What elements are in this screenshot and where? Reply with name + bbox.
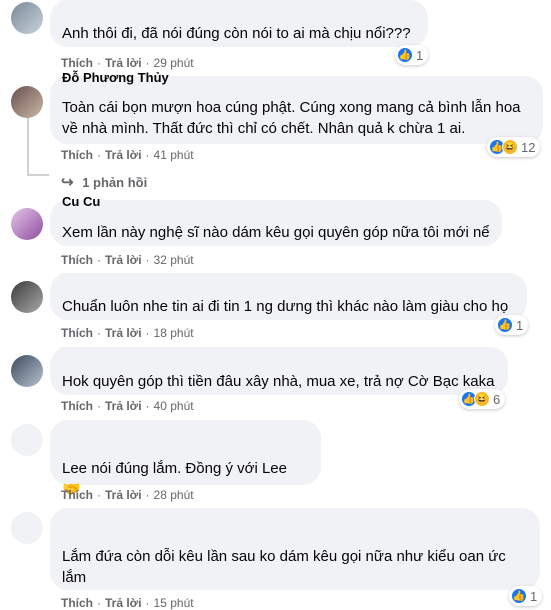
avatar[interactable] <box>11 208 43 240</box>
timestamp[interactable]: 29 phút <box>154 56 194 70</box>
like-button[interactable]: Thích <box>61 148 93 162</box>
timestamp[interactable]: 41 phút <box>154 148 194 162</box>
redacted-name <box>60 0 220 9</box>
comment-4: Chuẩn luôn nhe tin ai đi tin 1 ng dưng t… <box>0 273 551 345</box>
haha-icon: 😆 <box>474 391 490 407</box>
reaction-count: 1 <box>530 588 538 604</box>
timestamp[interactable]: 32 phút <box>154 253 194 267</box>
comment-bubble: Đỗ Phương Thủy Toàn cái bọn mượn hoa cún… <box>50 70 543 144</box>
view-replies-link[interactable]: ↪ 1 phản hồi <box>61 173 147 191</box>
reaction-count: 6 <box>493 391 501 407</box>
comment-text: Hok quyên góp thì tiền đâu xây nhà, mua … <box>62 373 495 390</box>
comment-meta: Thích · Trả lời · 32 phút <box>61 253 194 267</box>
comment-meta: Thích · Trả lời · 28 phút <box>61 488 194 502</box>
reaction-count: 1 <box>516 317 524 333</box>
comment-bubble: Lắm đứa còn dỗi kêu lần sau ko dám kêu g… <box>50 508 540 590</box>
reply-button[interactable]: Trả lời <box>105 488 142 502</box>
comment-7: Lắm đứa còn dỗi kêu lần sau ko dám kêu g… <box>0 508 551 610</box>
avatar[interactable] <box>11 355 43 387</box>
reaction-summary[interactable]: 👍 1 <box>395 45 429 65</box>
reply-button[interactable]: Trả lời <box>105 253 142 267</box>
like-icon: 👍 <box>397 47 413 63</box>
comment-meta: Thích · Trả lời · 41 phút <box>61 148 194 162</box>
reply-button[interactable]: Trả lời <box>105 56 142 70</box>
comment-meta: Thích · Trả lời · 40 phút <box>61 399 194 413</box>
comment-bubble: Cu Cu Xem lần này nghệ sĩ nào dám kêu gọ… <box>50 194 502 246</box>
comment-meta: Thích · Trả lời · 18 phút <box>61 326 194 340</box>
comment-bubble: Chuẩn luôn nhe tin ai đi tin 1 ng dưng t… <box>50 273 527 320</box>
comment-6: Lee nói đúng lắm. Đồng ý với Lee 🤝 Thích… <box>0 420 551 506</box>
comment-3: Cu Cu Xem lần này nghệ sĩ nào dám kêu gọ… <box>0 194 551 270</box>
redacted-name <box>60 430 140 442</box>
reaction-count: 12 <box>521 139 536 155</box>
comment-bubble: Anh thôi đi, đã nói đúng còn nói to ai m… <box>50 0 428 47</box>
avatar[interactable] <box>11 2 43 34</box>
redacted-name <box>60 273 200 283</box>
comment-text: Toàn cái bọn mượn hoa cúng phật. Cúng xo… <box>62 99 521 137</box>
comment-2: Đỗ Phương Thủy Toàn cái bọn mượn hoa cún… <box>0 70 551 194</box>
comment-meta: Thích · Trả lời · 29 phút <box>61 56 194 70</box>
reaction-summary[interactable]: 👍 😆 6 <box>459 389 506 409</box>
timestamp[interactable]: 40 phút <box>154 399 194 413</box>
timestamp[interactable]: 28 phút <box>154 488 194 502</box>
comment-text: Anh thôi đi, đã nói đúng còn nói to ai m… <box>62 25 411 42</box>
reaction-summary[interactable]: 👍 1 <box>495 315 529 335</box>
redacted-name <box>60 518 180 530</box>
author-name[interactable]: Đỗ Phương Thủy <box>62 70 169 85</box>
like-button[interactable]: Thích <box>61 56 93 70</box>
reply-button[interactable]: Trả lời <box>105 148 142 162</box>
like-button[interactable]: Thích <box>61 488 93 502</box>
haha-icon: 😆 <box>502 139 518 155</box>
avatar[interactable] <box>11 281 43 313</box>
reply-button[interactable]: Trả lời <box>105 399 142 413</box>
comment-text: Chuẩn luôn nhe tin ai đi tin 1 ng dưng t… <box>62 298 509 315</box>
avatar[interactable] <box>11 424 43 456</box>
comment-1: Anh thôi đi, đã nói đúng còn nói to ai m… <box>0 0 551 75</box>
comment-bubble: Hok quyên góp thì tiền đâu xây nhà, mua … <box>50 347 508 395</box>
like-button[interactable]: Thích <box>61 399 93 413</box>
like-button[interactable]: Thích <box>61 326 93 340</box>
redacted-name <box>60 347 200 357</box>
comment-bubble: Lee nói đúng lắm. Đồng ý với Lee 🤝 <box>50 420 321 498</box>
author-name[interactable]: Cu Cu <box>62 194 100 209</box>
timestamp[interactable]: 18 phút <box>154 326 194 340</box>
reply-button[interactable]: Trả lời <box>105 326 142 340</box>
reaction-count: 1 <box>416 47 424 63</box>
comment-text: Lắm đứa còn dỗi kêu lần sau ko dám kêu g… <box>62 548 506 586</box>
reaction-summary[interactable]: 👍 😆 12 <box>487 137 541 157</box>
like-icon: 👍 <box>497 317 513 333</box>
avatar[interactable] <box>11 512 43 544</box>
reaction-summary[interactable]: 👍 1 <box>509 586 543 606</box>
reply-arrow-icon: ↪ <box>61 174 74 191</box>
avatar[interactable] <box>11 86 43 118</box>
comment-5: Hok quyên góp thì tiền đâu xây nhà, mua … <box>0 347 551 419</box>
like-icon: 👍 <box>511 588 527 604</box>
replies-label: 1 phản hồi <box>82 175 148 190</box>
like-button[interactable]: Thích <box>61 253 93 267</box>
comment-text: Xem lần này nghệ sĩ nào dám kêu gọi quyê… <box>62 224 490 241</box>
